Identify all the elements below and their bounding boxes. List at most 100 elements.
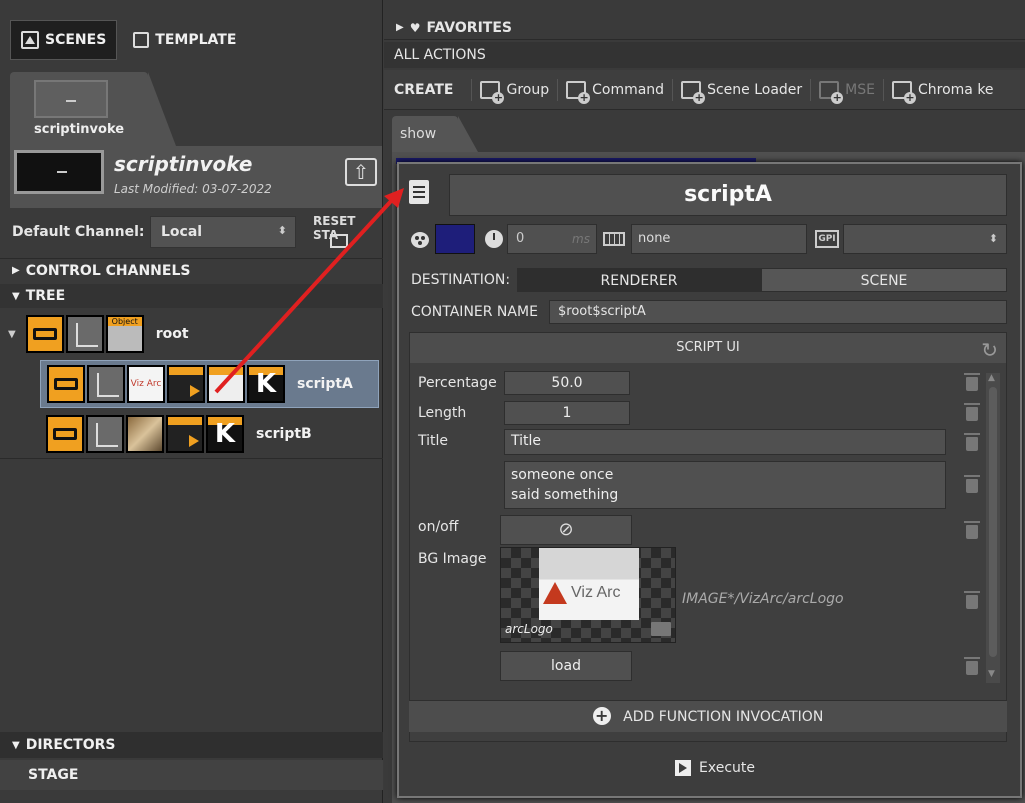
load-button[interactable]: load [500, 651, 632, 681]
tree-expand-icon[interactable]: ▼ [8, 329, 16, 340]
favorites-label: FAVORITES [426, 19, 512, 36]
tab-scenes[interactable]: SCENES [10, 20, 118, 60]
divider [557, 78, 559, 101]
scene-tab-edge [148, 72, 176, 146]
scene-tree: ▼ Object root Viz Arc K scriptA K script… [0, 310, 383, 459]
field-label: Title [418, 433, 449, 449]
trash-icon[interactable] [964, 373, 980, 391]
section-directors[interactable]: ▼ DIRECTORS [0, 732, 383, 758]
scroll-up-icon[interactable]: ▲ [988, 373, 995, 383]
container-name-input[interactable]: $root$scriptA [549, 300, 1007, 324]
create-scene-loader-button[interactable]: Scene Loader [681, 80, 802, 104]
create-mse-label: MSE [845, 81, 875, 98]
field-title: Title Title [418, 429, 988, 457]
scene-loader-icon [681, 80, 706, 104]
tree-node-root[interactable]: ▼ Object root [8, 312, 189, 356]
transform-icon [86, 415, 124, 453]
delay-value: 0 [516, 231, 525, 246]
tree-node-scriptB[interactable]: K scriptB [46, 412, 312, 456]
scene-tab-thumbnail [34, 80, 108, 118]
collapse-icon: ▼ [12, 739, 20, 751]
refresh-icon[interactable]: ↻ [981, 335, 998, 365]
delay-input[interactable]: 0 ms [507, 224, 597, 254]
scroll-down-icon[interactable]: ▼ [988, 669, 995, 679]
title-input[interactable]: Title [504, 429, 946, 455]
panel-tabs: SCENES TEMPLATE [10, 18, 376, 62]
field-length: Length 1 [418, 401, 988, 425]
upload-icon[interactable]: ⇧ [345, 158, 377, 186]
add-function-label: ADD FUNCTION INVOCATION [623, 709, 824, 725]
reset-state-icon[interactable] [330, 234, 348, 248]
script-document-icon [409, 180, 429, 204]
text-line: said something [511, 487, 619, 503]
trash-icon[interactable] [964, 657, 980, 675]
keyboard-icon [603, 232, 625, 246]
create-label: CREATE [394, 81, 454, 98]
field-onoff: on/off ⊘ [418, 515, 988, 547]
tree-node-label: scriptB [256, 426, 312, 442]
object-icon: Object [105, 315, 144, 353]
trash-icon[interactable] [964, 403, 980, 421]
create-toolbar: CREATE Group Command Scene Loader MSE Ch… [384, 70, 1025, 110]
stage-item[interactable]: STAGE [0, 760, 383, 790]
tree-node-label: root [155, 326, 189, 342]
percentage-input[interactable]: 50.0 [504, 371, 630, 395]
text-area[interactable]: someone once said something [504, 461, 946, 509]
visibility-toggle[interactable]: ⊘ [500, 515, 632, 545]
scene-tab[interactable]: scriptinvoke [10, 72, 148, 146]
create-mse-button[interactable]: MSE [819, 80, 875, 104]
script-ui-scrollbar[interactable]: ▲ ▼ [986, 373, 1000, 683]
add-function-invocation-button[interactable]: + ADD FUNCTION INVOCATION [409, 700, 1007, 732]
trash-icon[interactable] [964, 433, 980, 451]
execute-button[interactable]: Execute [675, 756, 755, 780]
section-control-channels[interactable]: ▶ CONTROL CHANNELS [0, 258, 383, 282]
container-name-label: CONTAINER NAME [411, 304, 538, 320]
favorites-row[interactable]: ▶ ♥ FAVORITES [384, 16, 1025, 40]
tree-node-label: scriptA [297, 376, 353, 392]
create-group-label: Group [506, 81, 550, 98]
scene-thumbnail [14, 150, 104, 194]
field-label: Percentage [418, 375, 497, 391]
scrollbar-thumb[interactable] [989, 387, 997, 657]
script-icon [166, 415, 204, 453]
action-color-swatch[interactable] [435, 224, 475, 254]
folder-icon[interactable] [651, 622, 671, 636]
plus-circle-icon: + [592, 707, 611, 725]
field-text: someone once said something [418, 461, 988, 511]
divider [882, 78, 884, 101]
divider [672, 78, 674, 101]
create-command-button[interactable]: Command [566, 80, 665, 104]
default-channel-select[interactable]: Local ⬍ [150, 216, 296, 248]
bg-image-picker[interactable]: Viz Arc arcLogo [500, 547, 676, 643]
delay-unit: ms [572, 232, 590, 246]
field-load: load [418, 651, 988, 683]
action-properties-row: 0 ms none GPI ⬍ [409, 224, 1007, 256]
trash-icon[interactable] [964, 591, 980, 609]
chroma-key-icon [891, 80, 916, 104]
create-command-label: Command [592, 81, 665, 98]
destination-scene-button[interactable]: SCENE [761, 268, 1007, 292]
transform-icon [65, 315, 104, 353]
palette-icon [411, 232, 429, 248]
channel-input[interactable]: none [631, 224, 807, 254]
trash-icon[interactable] [964, 521, 980, 539]
create-chroma-key-button[interactable]: Chroma ke [891, 80, 994, 104]
script-ui-panel: SCRIPT UI ↻ Percentage 50.0 Length 1 Tit… [409, 332, 1007, 742]
length-input[interactable]: 1 [504, 401, 630, 425]
command-icon [566, 80, 591, 104]
tree-node-scriptA[interactable]: Viz Arc K scriptA [40, 360, 379, 408]
tab-show-label: show [400, 126, 437, 142]
section-tree[interactable]: ▼ TREE [0, 284, 383, 308]
destination-row: DESTINATION: RENDERER SCENE [409, 268, 1007, 292]
clock-icon [485, 230, 503, 248]
script-ui-header: SCRIPT UI ↻ [410, 333, 1006, 363]
tab-template[interactable]: TEMPLATE [123, 20, 246, 60]
trash-icon[interactable] [964, 475, 980, 493]
create-group-button[interactable]: Group [480, 80, 550, 104]
tab-show[interactable]: show [392, 116, 458, 152]
destination-renderer-button[interactable]: RENDERER [517, 268, 761, 292]
gpi-select[interactable]: ⬍ [843, 224, 1007, 254]
script-action-editor: scriptA 0 ms none GPI ⬍ DESTINATION: REN… [397, 162, 1022, 798]
default-channel-value: Local [161, 224, 203, 240]
action-title[interactable]: scriptA [449, 174, 1007, 216]
